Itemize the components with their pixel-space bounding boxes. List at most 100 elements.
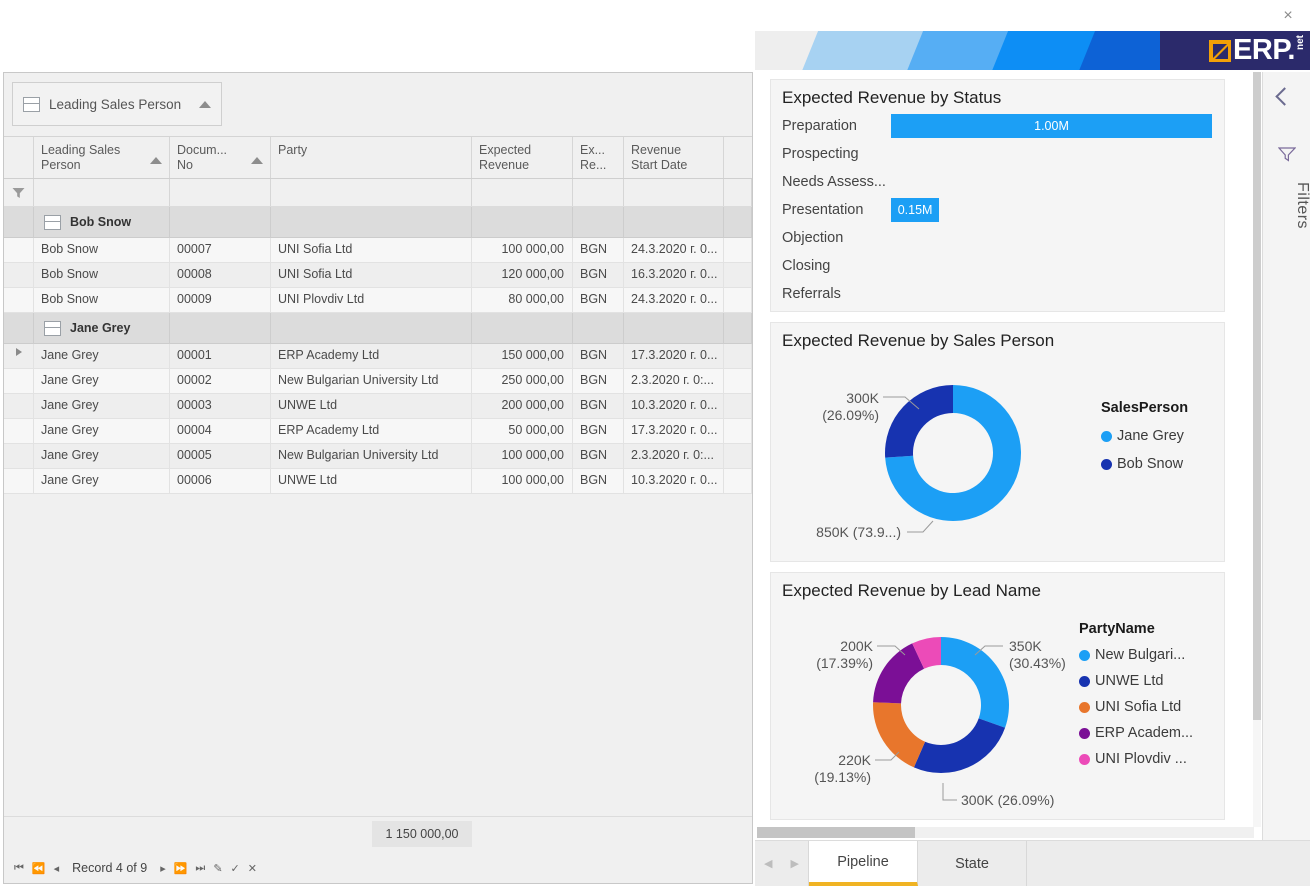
status-category-label: Needs Assess... <box>782 174 886 190</box>
donut-lead-name: 350K (30.43%) 300K (26.09%) 220K (19.13%) 200… <box>771 605 1226 817</box>
chevron-left-icon[interactable] <box>1275 87 1294 106</box>
legend-item[interactable]: New Bulgari... <box>1079 647 1193 663</box>
logo-text: ERP. <box>1233 34 1295 66</box>
legend-item[interactable]: Bob Snow <box>1101 456 1188 472</box>
table-row[interactable]: Jane Grey 00005 New Bulgarian University L… <box>4 444 752 469</box>
cell-currency: BGN <box>573 444 624 468</box>
chart-card-expected-revenue-by-lead-name: Expected Revenue by Lead Name 350K (30.43… <box>770 572 1225 820</box>
legend-item[interactable]: ERP Academ... <box>1079 725 1193 741</box>
legend-item[interactable]: UNI Plovdiv ... <box>1079 751 1193 767</box>
status-bar-track <box>891 142 1212 166</box>
status-bar-row[interactable]: Objection <box>771 224 1224 252</box>
dashboard-scrollbar-thumb[interactable] <box>1253 72 1261 720</box>
group-by-chip-leading-sales-person[interactable]: Leading Sales Person <box>12 82 222 126</box>
group-row-cell <box>624 312 724 344</box>
cell-party: New Bulgarian University Ltd <box>271 444 472 468</box>
donut-slice[interactable] <box>873 643 925 704</box>
status-bar-row[interactable]: Prospecting <box>771 140 1224 168</box>
column-header-document-no[interactable]: Docum... No <box>170 137 271 178</box>
table-row[interactable]: Jane Grey 00006 UNWE Ltd 100 000,00 BGN 10.3.… <box>4 469 752 494</box>
filter-funnel-icon[interactable] <box>1278 146 1296 162</box>
collapse-group-icon[interactable] <box>44 214 61 230</box>
edit-icon[interactable]: ✎ <box>211 862 224 875</box>
group-row[interactable]: Bob Snow <box>4 206 752 238</box>
status-bar[interactable]: 0.15M <box>891 198 940 222</box>
filter-input-party[interactable] <box>271 179 472 206</box>
confirm-icon[interactable]: ✓ <box>229 862 242 875</box>
legend-color-dot <box>1079 649 1090 661</box>
filter-input-expected-revenue[interactable] <box>472 179 573 206</box>
filter-input-document-no[interactable] <box>170 179 271 206</box>
legend-color-dot <box>1079 701 1090 713</box>
filters-label: Filters <box>1294 182 1310 230</box>
filter-input-currency[interactable] <box>573 179 624 206</box>
cell-revenue-start-date: 16.3.2020 г. 0... <box>624 263 724 287</box>
grid-header-row: Leading Sales Person Docum... No Party E… <box>4 137 752 179</box>
group-row[interactable]: Jane Grey <box>4 312 752 344</box>
column-header-expected-revenue[interactable]: Expected Revenue <box>472 137 573 178</box>
close-icon[interactable]: × <box>1270 3 1306 29</box>
table-row[interactable]: Jane Grey 00001 ERP Academy Ltd 150 000,00 B… <box>4 344 752 369</box>
tab-scroll-left-icon[interactable]: ◀ <box>764 857 772 870</box>
dashboard-hscrollbar-thumb[interactable] <box>757 827 915 838</box>
legend-item[interactable]: Jane Grey <box>1101 428 1188 444</box>
sort-ascending-icon <box>150 157 162 164</box>
nav-prev-button[interactable]: ◂ <box>52 862 62 875</box>
column-header-currency[interactable]: Ex... Re... <box>573 137 624 178</box>
table-row[interactable]: Bob Snow 00008 UNI Sofia Ltd 120 000,00 BGN 1… <box>4 263 752 288</box>
table-row[interactable]: Bob Snow 00007 UNI Sofia Ltd 100 000,00 BGN 2… <box>4 238 752 263</box>
tab-state-label: State <box>955 855 989 872</box>
donut-data-label: 850K (73.9...) <box>816 524 901 540</box>
donut-data-label: 200K <box>840 638 873 654</box>
status-bar-track <box>891 226 1212 250</box>
donut-slice[interactable] <box>885 385 953 458</box>
column-header-party[interactable]: Party <box>271 137 472 178</box>
donut-data-label: 220K <box>838 752 871 768</box>
table-row[interactable]: Bob Snow 00009 UNI Plovdiv Ltd 80 000,00 BGN… <box>4 288 752 313</box>
cell-currency: BGN <box>573 369 624 393</box>
legend-item[interactable]: UNWE Ltd <box>1079 673 1193 689</box>
tab-scroll-right-icon[interactable]: ▶ <box>791 857 799 870</box>
group-row-cell <box>170 312 271 344</box>
tab-pipeline[interactable]: Pipeline <box>809 841 918 886</box>
cell-revenue-start-date: 2.3.2020 г. 0:... <box>624 444 724 468</box>
status-category-label: Prospecting <box>782 146 859 162</box>
nav-next-page-button[interactable]: ⏩ <box>172 862 190 875</box>
cell-sales-person: Jane Grey <box>34 419 170 443</box>
group-row-cell <box>724 312 752 344</box>
table-row[interactable]: Jane Grey 00002 New Bulgarian University L… <box>4 369 752 394</box>
status-bar-row[interactable]: Closing <box>771 252 1224 280</box>
legend-color-dot <box>1079 727 1090 739</box>
status-bar-row[interactable]: Presentation 0.15M <box>771 196 1224 224</box>
status-bar-row[interactable]: Referrals <box>771 280 1224 308</box>
collapse-group-icon[interactable] <box>44 320 61 336</box>
status-bar-row[interactable]: Needs Assess... <box>771 168 1224 196</box>
cell-spare <box>724 394 752 418</box>
donut-slice[interactable] <box>913 718 1006 773</box>
cell-sales-person: Bob Snow <box>34 263 170 287</box>
column-header-sales-person[interactable]: Leading Sales Person <box>34 137 170 178</box>
nav-last-button[interactable]: ⏭ <box>193 862 207 875</box>
column-header-revenue-start-date[interactable]: Revenue Start Date <box>624 137 724 178</box>
tab-state[interactable]: State <box>918 841 1027 886</box>
cell-document-no: 00009 <box>170 288 271 312</box>
nav-prev-page-button[interactable]: ⏪ <box>30 862 48 875</box>
filter-toggle[interactable] <box>4 179 34 206</box>
nav-next-button[interactable]: ▸ <box>158 862 168 875</box>
cancel-icon[interactable]: ✕ <box>246 862 259 875</box>
status-bar-track <box>891 254 1212 278</box>
nav-first-button[interactable]: ⏮ <box>12 862 26 875</box>
legend-items-partyname: New Bulgari... UNWE Ltd UNI Sofia Ltd ERP A… <box>1079 647 1193 767</box>
status-bar[interactable]: 1.00M <box>891 114 1212 138</box>
status-bar-track <box>891 282 1212 306</box>
table-row[interactable]: Jane Grey 00004 ERP Academy Ltd 50 000,00 BG… <box>4 419 752 444</box>
brand-banner: ERP. net <box>755 31 1310 70</box>
status-bar-row[interactable]: Preparation 1.00M <box>771 112 1224 140</box>
donut-slice[interactable] <box>941 637 1009 728</box>
filter-input-revenue-start-date[interactable] <box>624 179 724 206</box>
table-row[interactable]: Jane Grey 00003 UNWE Ltd 200 000,00 BGN 10.3.… <box>4 394 752 419</box>
group-row-cell <box>573 206 624 238</box>
legend-item[interactable]: UNI Sofia Ltd <box>1079 699 1193 715</box>
filter-input-sales-person[interactable] <box>34 179 170 206</box>
donut-slice[interactable] <box>873 702 926 768</box>
